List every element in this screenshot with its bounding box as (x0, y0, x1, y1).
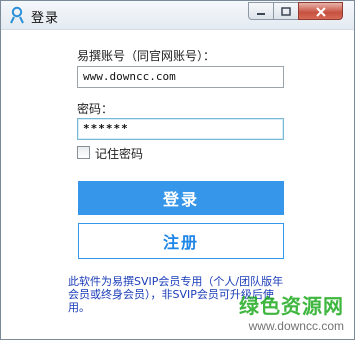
user-icon (9, 6, 25, 24)
account-label: 易撰账号（同官网账号）： (77, 49, 216, 63)
account-input[interactable]: www.downcc.com (77, 66, 284, 88)
close-button[interactable] (298, 2, 343, 20)
minimize-icon (256, 2, 266, 21)
maximize-icon (281, 2, 291, 21)
login-button[interactable]: 登录 (78, 181, 284, 215)
remember-password-label[interactable]: 记住密码 (95, 145, 143, 162)
remember-password-checkbox[interactable] (77, 146, 90, 159)
password-input[interactable]: ****** (77, 118, 284, 140)
window-title: 登录 (31, 11, 60, 26)
maximize-button[interactable] (273, 2, 299, 20)
register-button[interactable]: 注册 (78, 223, 284, 259)
title-bar[interactable]: 登录 (1, 1, 354, 30)
svip-notice: 此软件为易撰SVIP会员专用（个人/团队版年会员或终身会员），非SVIP会员可升… (68, 275, 284, 314)
close-icon (315, 2, 327, 21)
watermark-url: www.downcc.com (248, 319, 344, 333)
login-window: 登录 易撰账号（同官网账号）： www.downcc.com 密码： *****… (0, 0, 355, 340)
minimize-button[interactable] (248, 2, 274, 20)
password-label: 密码： (77, 102, 114, 116)
